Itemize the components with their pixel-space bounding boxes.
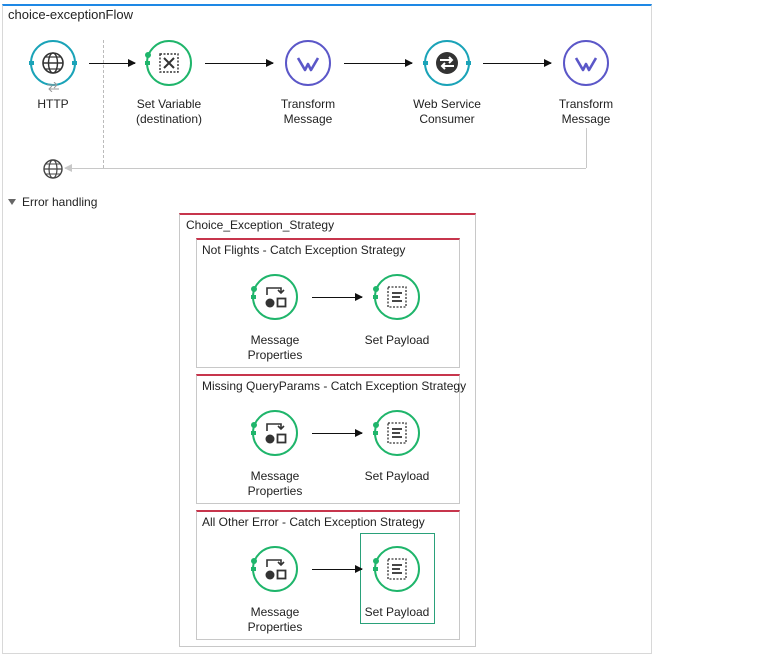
catch-strategy-title: All Other Error - Catch Exception Strate…: [202, 515, 425, 529]
catch-strategy-title: Missing QueryParams - Catch Exception St…: [202, 379, 467, 393]
flow-arrow: [312, 429, 363, 437]
message-properties-node[interactable]: [251, 409, 299, 457]
flow-arrow: [344, 59, 413, 67]
error-handling-label: Error handling: [22, 195, 98, 209]
message-properties-label: Message Properties: [247, 333, 303, 362]
choice-strategy-title: Choice_Exception_Strategy: [186, 218, 335, 232]
transform-message-label-2: Transform Message: [558, 97, 614, 126]
message-properties-label: Message Properties: [247, 605, 303, 634]
message-properties-node[interactable]: [251, 273, 299, 321]
set-payload-icon: [373, 546, 420, 592]
source-divider: [103, 40, 104, 168]
globe-icon: [29, 40, 77, 86]
set-payload-node-selected[interactable]: [373, 545, 421, 593]
set-variable-node[interactable]: [145, 39, 193, 87]
set-payload-label: Set Payload: [364, 469, 430, 483]
set-payload-node[interactable]: [373, 273, 421, 321]
http-node-label: HTTP: [37, 97, 69, 111]
set-payload-label: Set Payload: [364, 333, 430, 347]
globe-icon[interactable]: [41, 157, 65, 181]
web-service-consumer-node[interactable]: [423, 39, 471, 87]
flow-arrow: [312, 565, 363, 573]
set-variable-label: Set Variable (destination): [135, 97, 203, 126]
response-path-line: [65, 168, 586, 169]
http-node[interactable]: [29, 39, 77, 87]
response-path-line: [586, 128, 587, 168]
transform-message-node-2[interactable]: [562, 39, 610, 87]
exchange-pattern-icon: [47, 82, 59, 92]
dataweave-icon: [285, 40, 331, 86]
catch-strategy-title: Not Flights - Catch Exception Strategy: [202, 243, 406, 257]
variable-x-icon: [145, 40, 192, 86]
flow-arrow: [483, 59, 552, 67]
message-properties-label: Message Properties: [247, 469, 303, 498]
web-service-consumer-icon: [423, 40, 471, 86]
set-payload-label: Set Payload: [364, 605, 430, 619]
message-properties-node[interactable]: [251, 545, 299, 593]
flow-title: choice-exceptionFlow: [8, 7, 134, 22]
message-properties-icon: [251, 546, 298, 592]
flow-arrow: [205, 59, 274, 67]
collapse-triangle-icon: [8, 199, 16, 205]
error-handling-toggle[interactable]: Error handling: [8, 195, 97, 209]
message-properties-icon: [251, 274, 298, 320]
dataweave-icon: [563, 40, 609, 86]
response-arrowhead: [64, 164, 72, 172]
message-properties-icon: [251, 410, 298, 456]
set-payload-node[interactable]: [373, 409, 421, 457]
transform-message-label-1: Transform Message: [280, 97, 336, 126]
set-payload-icon: [373, 274, 420, 320]
transform-message-node-1[interactable]: [284, 39, 332, 87]
flow-arrow: [312, 293, 363, 301]
web-service-consumer-label: Web Service Consumer: [413, 97, 481, 126]
set-payload-icon: [373, 410, 420, 456]
flow-arrow: [89, 59, 136, 67]
